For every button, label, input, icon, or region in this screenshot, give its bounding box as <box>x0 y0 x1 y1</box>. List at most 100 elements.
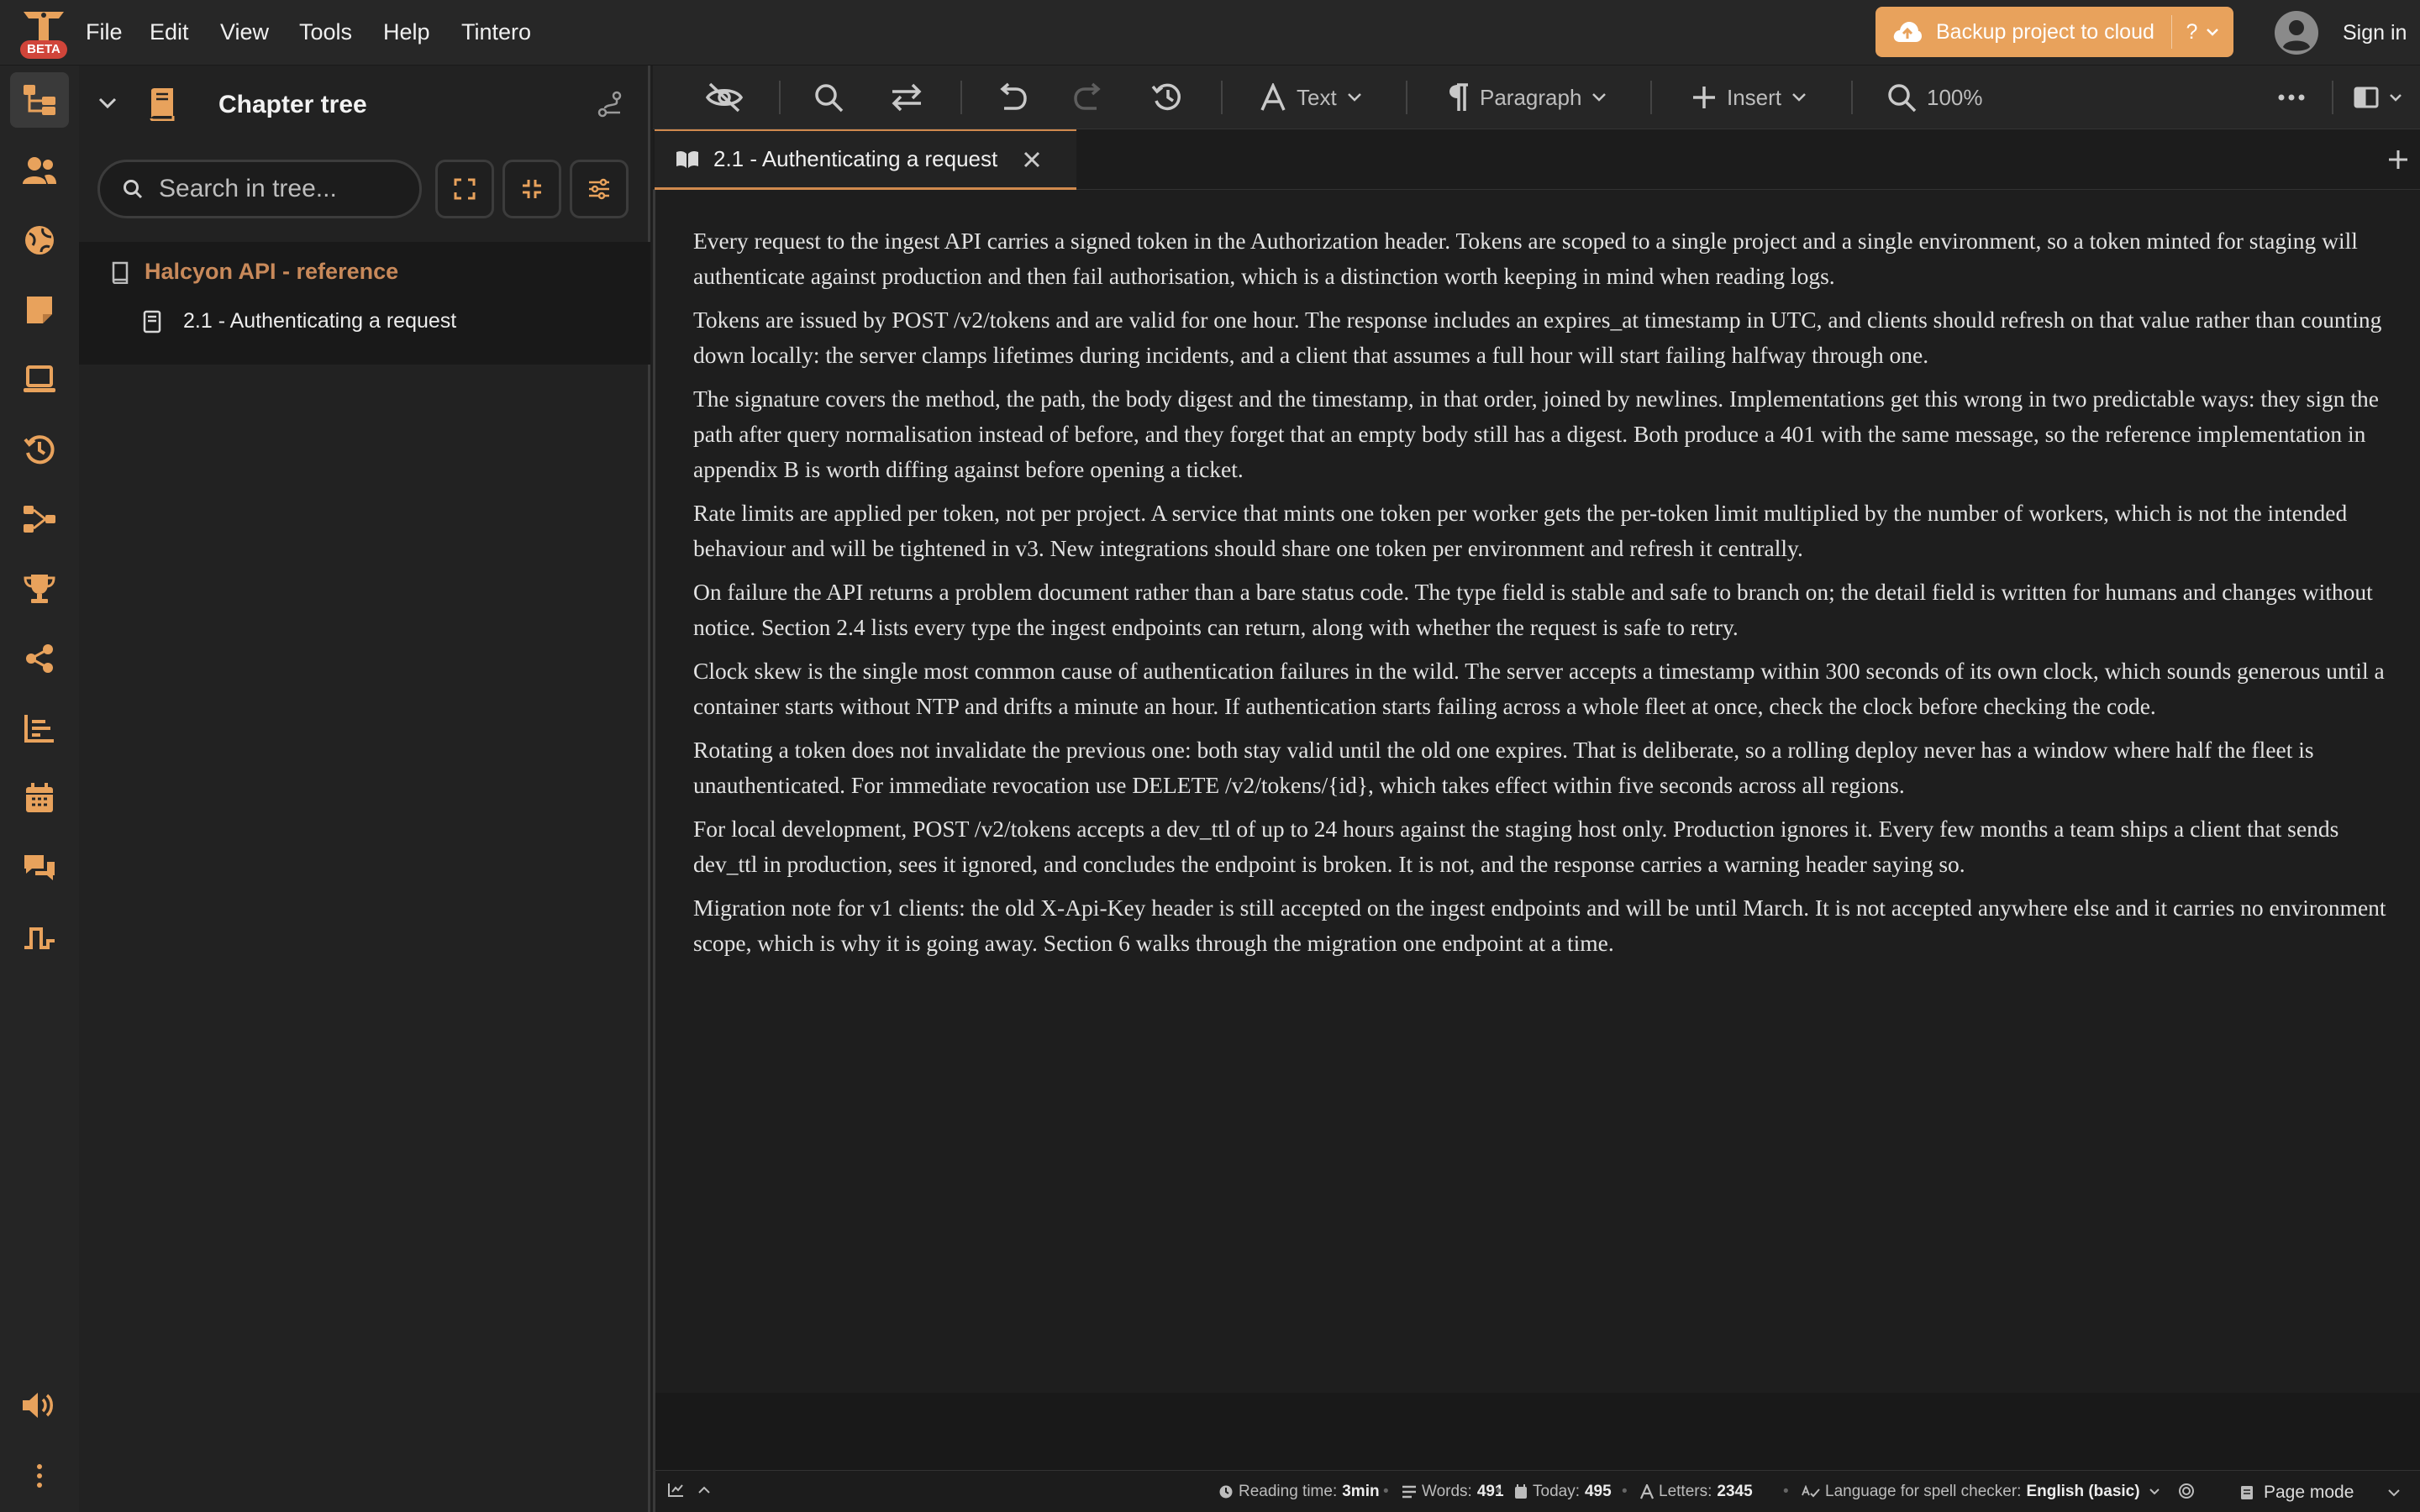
tree-root-label: Halcyon API - reference <box>145 259 399 284</box>
rail-plot-graph[interactable] <box>10 491 69 547</box>
menu-view[interactable]: View <box>220 17 269 47</box>
paragraph[interactable]: Rate limits are applied per token, not p… <box>693 496 2391 566</box>
zoom-control[interactable]: 100% <box>1886 76 1983 119</box>
trophy-icon <box>24 575 55 603</box>
stats-toggle-button[interactable] <box>667 1483 711 1498</box>
target-goal-button[interactable] <box>2178 1483 2195 1499</box>
paragraph[interactable]: The signature covers the method, the pat… <box>693 381 2391 487</box>
note-icon <box>27 297 52 323</box>
tree-child-label: 2.1 - Authenticating a request <box>183 309 457 333</box>
paragraph[interactable]: For local development, POST /v2/tokens a… <box>693 811 2391 882</box>
paragraph[interactable]: Migration note for v1 clients: the old X… <box>693 890 2391 961</box>
rail-notes[interactable] <box>10 282 69 338</box>
expand-all-button[interactable] <box>435 160 494 218</box>
menu-file[interactable]: File <box>86 17 123 47</box>
rail-presentation[interactable] <box>10 352 69 407</box>
pulse-icon <box>24 927 55 949</box>
plus-icon <box>1693 87 1715 108</box>
menu-help[interactable]: Help <box>383 17 430 47</box>
menu-edit[interactable]: Edit <box>150 17 189 47</box>
paragraph[interactable]: Tokens are issued by POST /v2/tokens and… <box>693 302 2391 373</box>
text-format-dropdown[interactable]: Text <box>1260 76 1362 119</box>
collapse-all-button[interactable] <box>502 160 561 218</box>
chart-icon <box>668 1483 683 1497</box>
tree-search-box[interactable] <box>97 160 422 218</box>
rail-characters[interactable] <box>10 143 69 198</box>
chevron-up-icon <box>698 1486 710 1494</box>
rail-more[interactable] <box>10 1448 69 1504</box>
rail-chapter-tree[interactable] <box>10 72 69 128</box>
words-stat: Words: 491 <box>1402 1483 1504 1501</box>
collapse-panel-button[interactable] <box>96 91 119 114</box>
chevron-down-icon <box>1592 93 1607 102</box>
rail-sound[interactable] <box>10 1378 69 1433</box>
tree-route-button[interactable] <box>597 91 623 118</box>
tree-item-root[interactable]: Halcyon API - reference <box>111 259 398 285</box>
reading-time-stat: Reading time: 3min <box>1218 1483 1380 1501</box>
undo-button[interactable] <box>996 76 1028 119</box>
menu-tools[interactable]: Tools <box>299 17 352 47</box>
paragraph[interactable]: On failure the API returns a problem doc… <box>693 575 2391 645</box>
tree-title: Chapter tree <box>218 91 367 118</box>
rail-calendar[interactable] <box>10 770 69 826</box>
rail-goals[interactable] <box>10 561 69 617</box>
document-tab-strip: 2.1 - Authenticating a request <box>653 129 2420 190</box>
insert-dropdown[interactable]: Insert <box>1691 76 1807 119</box>
backup-help-dropdown[interactable]: ? <box>2172 20 2233 45</box>
rail-timeline[interactable] <box>10 910 69 965</box>
document-editor[interactable]: Every request to the ingest API carries … <box>653 190 2420 1393</box>
menu-tintero[interactable]: Tintero <box>461 17 531 47</box>
redo-button[interactable] <box>1073 76 1105 119</box>
tree-list: Halcyon API - reference 2.1 - Authentica… <box>79 242 650 365</box>
backup-project-button[interactable]: Backup project to cloud ? <box>1876 7 2233 57</box>
swap-arrows-icon <box>892 83 922 112</box>
status-bar: Reading time: 3min • Words: 491 • Today:… <box>653 1470 2420 1512</box>
chevron-down-icon <box>2388 1489 2401 1497</box>
speaker-icon <box>23 1393 53 1418</box>
rail-share[interactable] <box>10 631 69 686</box>
menu-bar: BETA File Edit View Tools Help Tintero B… <box>0 0 2420 66</box>
add-tab-icon[interactable] <box>2385 146 2412 173</box>
tree-search-input[interactable] <box>159 175 411 203</box>
paragraph[interactable]: Every request to the ingest API carries … <box>693 223 2391 294</box>
chevron-down-icon <box>1792 93 1806 102</box>
close-icon[interactable] <box>1023 150 1041 169</box>
letters-stat: Letters: 2345 <box>1640 1483 1753 1501</box>
spellcheck-icon <box>1802 1485 1820 1498</box>
rail-chat[interactable] <box>10 840 69 895</box>
spellcheck-value: English (basic) <box>2026 1483 2140 1500</box>
tree-item-chapter[interactable]: 2.1 - Authenticating a request <box>143 309 456 333</box>
rail-world[interactable] <box>10 213 69 268</box>
more-options-button[interactable] <box>2278 76 2305 119</box>
tab-authenticating-a-request[interactable]: 2.1 - Authenticating a request <box>655 129 1076 190</box>
expand-icon <box>454 178 476 200</box>
sign-in-button[interactable]: Sign in <box>2274 8 2407 57</box>
find-button[interactable] <box>813 76 844 119</box>
app-logo[interactable]: BETA <box>15 8 72 60</box>
rail-statistics[interactable] <box>10 701 69 756</box>
revision-history-button[interactable] <box>1150 76 1184 119</box>
tree-filter-button[interactable] <box>570 160 629 218</box>
eye-off-icon <box>705 82 744 113</box>
toolbar-divider <box>779 81 781 114</box>
focus-mode-button[interactable] <box>705 76 744 119</box>
editor-content[interactable]: Every request to the ingest API carries … <box>693 223 2391 969</box>
route-icon <box>597 91 622 118</box>
pilcrow-icon <box>1449 83 1468 111</box>
paragraph-format-label: Paragraph <box>1480 84 1582 110</box>
backup-main-action[interactable]: Backup project to cloud <box>1876 7 2171 57</box>
letters-value: 2345 <box>1717 1483 1753 1500</box>
insert-label: Insert <box>1727 84 1782 110</box>
paragraph-format-dropdown[interactable]: Paragraph <box>1448 76 1607 119</box>
paragraph[interactable]: Clock skew is the single most common cau… <box>693 654 2391 724</box>
page-mode-selector[interactable]: Page mode <box>2240 1483 2401 1503</box>
spellcheck-language-selector[interactable]: Language for spell checker: English (bas… <box>1802 1483 2160 1501</box>
toolbar-divider <box>1650 81 1652 114</box>
paragraph[interactable]: Rotating a token does not invalidate the… <box>693 732 2391 803</box>
graph-nodes-icon <box>24 506 55 533</box>
rail-history[interactable] <box>10 422 69 477</box>
open-book-icon <box>676 150 698 168</box>
layout-dropdown[interactable] <box>2354 76 2402 119</box>
replace-button[interactable] <box>890 76 923 119</box>
chevron-down-icon <box>1347 93 1361 102</box>
